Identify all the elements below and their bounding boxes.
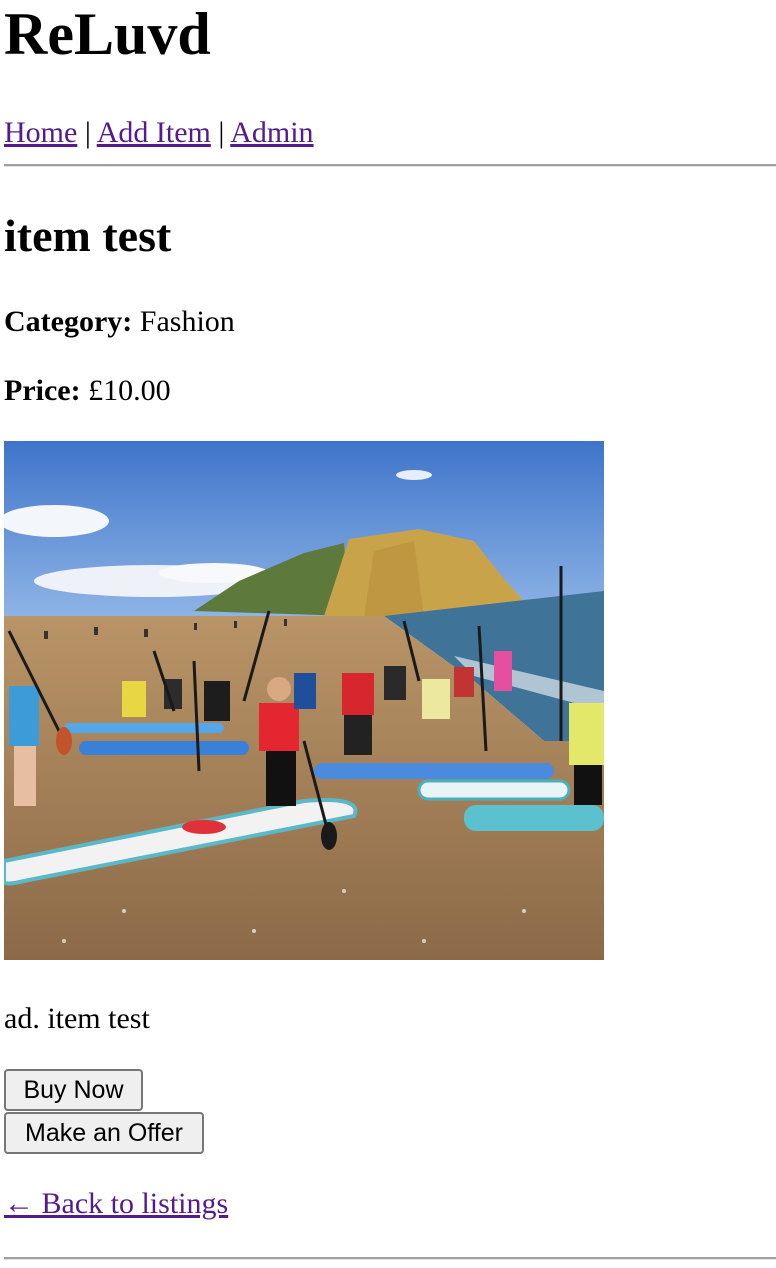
nav-add-item-link[interactable]: Add Item — [97, 116, 211, 149]
item-photo — [4, 441, 604, 960]
item-category: Category: Fashion — [4, 305, 235, 339]
category-value: Fashion — [139, 305, 235, 338]
nav-separator: | — [84, 116, 91, 149]
footer-divider — [4, 1257, 776, 1260]
make-offer-button[interactable]: Make an Offer — [4, 1112, 204, 1154]
nav-admin-link[interactable]: Admin — [230, 116, 313, 149]
category-label: Category: — [4, 305, 133, 338]
item-title: item test — [4, 210, 172, 261]
price-label: Price: — [4, 374, 81, 407]
nav-home-link[interactable]: Home — [4, 116, 77, 149]
header-divider — [4, 164, 776, 167]
price-value: £10.00 — [88, 374, 171, 407]
back-to-listings-link[interactable]: ← Back to listings — [4, 1186, 228, 1222]
item-price: Price: £10.00 — [4, 374, 171, 408]
item-description: ad. item test — [4, 1002, 150, 1035]
top-nav: Home | Add Item | Admin — [4, 115, 772, 151]
nav-separator: | — [218, 116, 225, 149]
buy-now-button[interactable]: Buy Now — [4, 1069, 143, 1111]
site-title: ReLuvd — [4, 1, 211, 67]
